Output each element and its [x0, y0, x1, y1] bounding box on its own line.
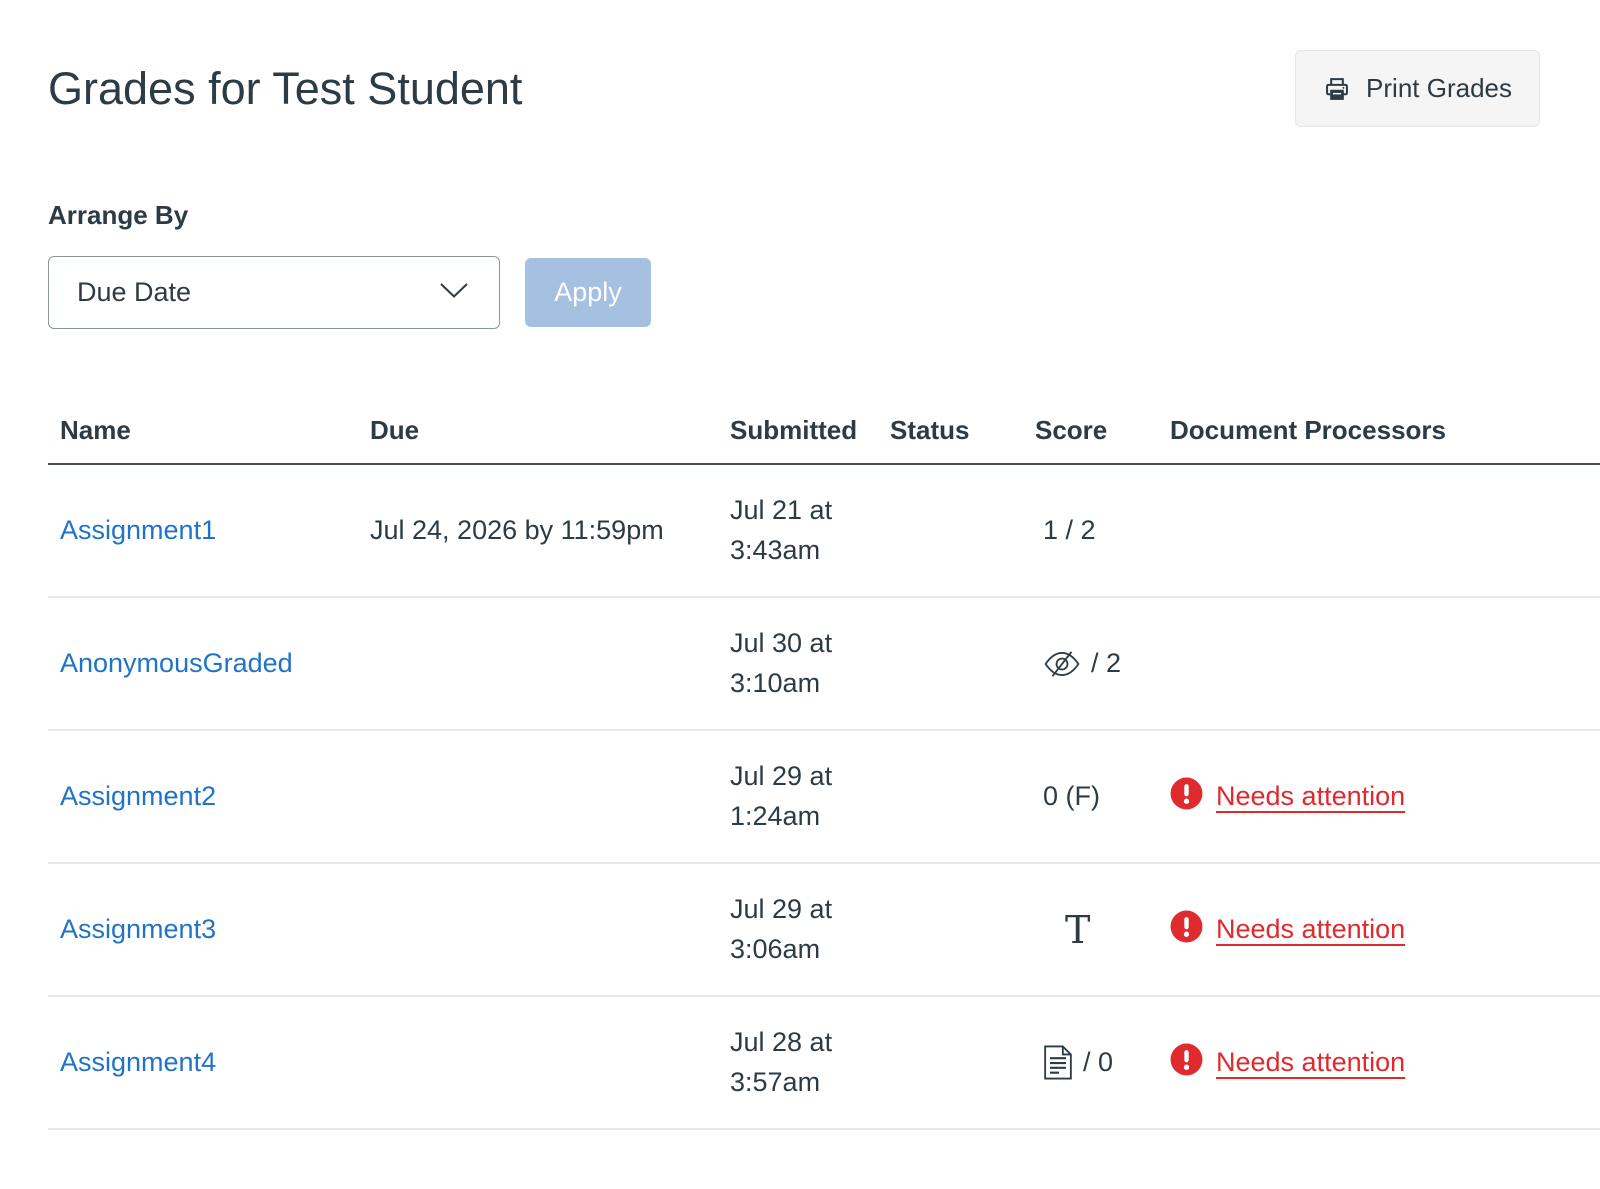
- page-header: Grades for Test Student Print Grades: [0, 0, 1600, 127]
- assignment-link[interactable]: Assignment1: [60, 515, 216, 545]
- table-row: Assignment1 Jul 24, 2026 by 11:59pm Jul …: [48, 465, 1600, 598]
- header-document-processors: Document Processors: [1170, 415, 1600, 446]
- arrange-by-label: Arrange By: [48, 200, 1600, 231]
- submitted-date: Jul 21 at 3:43am: [730, 491, 855, 569]
- header-name: Name: [48, 415, 370, 446]
- submitted-date: Jul 29 at 1:24am: [730, 757, 855, 835]
- assignment-link[interactable]: Assignment2: [60, 781, 216, 811]
- name-cell: Assignment4: [48, 1047, 370, 1078]
- needs-attention-link[interactable]: Needs attention: [1170, 777, 1405, 817]
- score-text: 1 / 2: [1043, 515, 1096, 546]
- name-cell: AnonymousGraded: [48, 648, 370, 679]
- needs-attention-label: Needs attention: [1216, 781, 1405, 812]
- submitted-date: Jul 28 at 3:57am: [730, 1023, 855, 1101]
- alert-icon: [1170, 910, 1203, 950]
- assignment-link[interactable]: Assignment3: [60, 914, 216, 944]
- submitted-date: Jul 29 at 3:06am: [730, 890, 855, 968]
- score: 1 / 2: [1035, 515, 1170, 546]
- due-date: Jul 24, 2026 by 11:59pm: [370, 515, 730, 546]
- controls-row: Due Date Apply: [48, 256, 1600, 329]
- arrange-by-select[interactable]: Due Date: [48, 256, 500, 329]
- eye-off-icon: [1043, 650, 1081, 678]
- name-cell: Assignment3: [48, 914, 370, 945]
- page-title: Grades for Test Student: [48, 50, 522, 116]
- score: 0 (F): [1035, 781, 1170, 812]
- header-submitted: Submitted: [730, 415, 890, 446]
- document-processor-cell: Needs attention: [1170, 1043, 1600, 1083]
- score: T: [1035, 911, 1170, 949]
- score: / 2: [1035, 648, 1170, 679]
- document-processor-cell: Needs attention: [1170, 910, 1600, 950]
- header-due: Due: [370, 415, 730, 446]
- table-header-row: Name Due Submitted Status Score Document…: [48, 415, 1600, 465]
- submitted-date: Jul 30 at 3:10am: [730, 624, 855, 702]
- apply-button[interactable]: Apply: [525, 258, 651, 327]
- table-row: Assignment2 Jul 29 at 1:24am 0 (F) Needs…: [48, 731, 1600, 864]
- score-text: / 2: [1091, 648, 1121, 679]
- print-grades-label: Print Grades: [1366, 73, 1512, 104]
- alert-icon: [1170, 777, 1203, 817]
- header-score: Score: [1035, 415, 1170, 446]
- arrange-by-value: Due Date: [77, 277, 191, 308]
- name-cell: Assignment1: [48, 515, 370, 546]
- header-status: Status: [890, 415, 1035, 446]
- score-text: / 0: [1083, 1047, 1113, 1078]
- document-icon: [1043, 1044, 1073, 1081]
- chevron-down-icon: [439, 282, 469, 304]
- needs-attention-link[interactable]: Needs attention: [1170, 910, 1405, 950]
- table-row: Assignment4 Jul 28 at 3:57am / 0: [48, 997, 1600, 1130]
- alert-icon: [1170, 1043, 1203, 1083]
- grades-table: Name Due Submitted Status Score Document…: [48, 415, 1600, 1130]
- document-processor-cell: Needs attention: [1170, 777, 1600, 817]
- assignment-link[interactable]: Assignment4: [60, 1047, 216, 1077]
- needs-attention-link[interactable]: Needs attention: [1170, 1043, 1405, 1083]
- score-text: 0 (F): [1043, 781, 1100, 812]
- needs-attention-label: Needs attention: [1216, 914, 1405, 945]
- needs-attention-label: Needs attention: [1216, 1047, 1405, 1078]
- text-entry-icon: T: [1065, 911, 1090, 949]
- printer-icon: [1323, 75, 1351, 103]
- name-cell: Assignment2: [48, 781, 370, 812]
- table-row: AnonymousGraded Jul 30 at 3:10am / 2: [48, 598, 1600, 731]
- table-row: Assignment3 Jul 29 at 3:06am T Needs att…: [48, 864, 1600, 997]
- score: / 0: [1035, 1044, 1170, 1081]
- assignment-link[interactable]: AnonymousGraded: [60, 648, 293, 678]
- print-grades-button[interactable]: Print Grades: [1295, 50, 1540, 127]
